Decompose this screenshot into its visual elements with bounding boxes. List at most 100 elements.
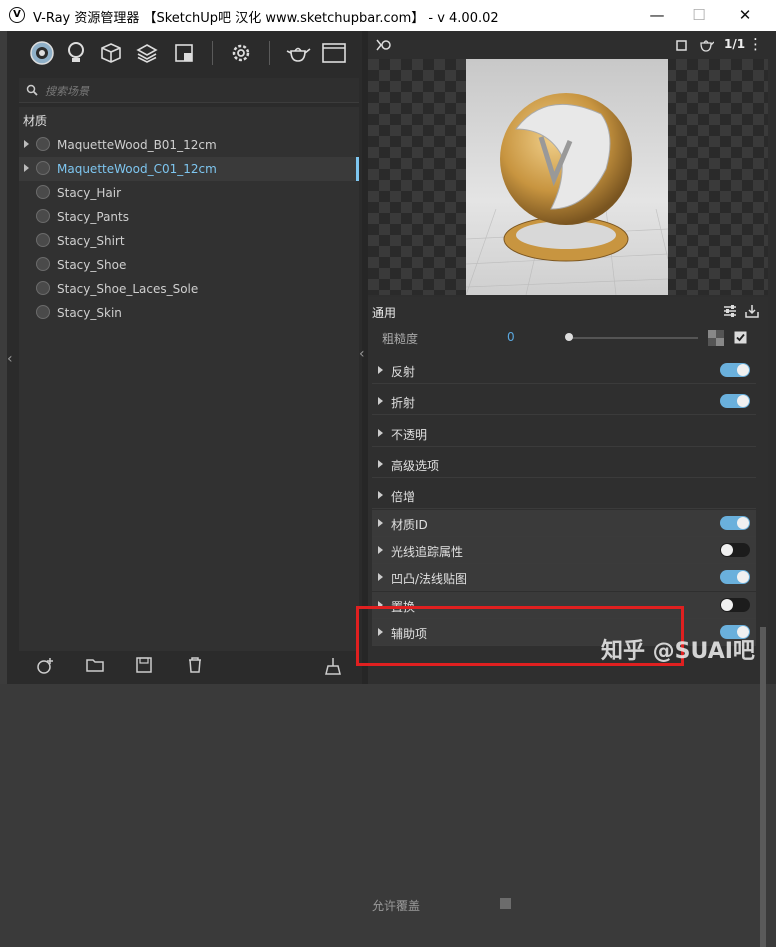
open-folder-icon[interactable] — [85, 657, 105, 677]
close-button[interactable]: ✕ — [722, 0, 768, 31]
toggle-knob — [737, 364, 749, 376]
minimize-button[interactable]: — — [634, 0, 680, 31]
expand-arrow-icon[interactable] — [378, 491, 383, 499]
property-section-header[interactable]: 高级选项 — [372, 451, 756, 478]
layers-icon[interactable] — [134, 40, 160, 66]
properties-scrollbar[interactable] — [760, 627, 766, 947]
vray-asset-editor-window: V V-Ray 资源管理器 【SketchUp吧 汉化 www.sketchup… — [0, 0, 776, 947]
roughness-value[interactable]: 0 — [507, 330, 515, 344]
expand-arrow-icon[interactable] — [378, 573, 383, 581]
roughness-checkbox[interactable] — [734, 331, 747, 344]
render-elements-icon[interactable] — [171, 40, 197, 66]
more-options-icon[interactable]: ⋮ — [748, 35, 763, 53]
collapse-left-icon[interactable]: ‹ — [7, 351, 13, 367]
allow-override-row: 允许覆盖 — [372, 885, 756, 925]
material-row[interactable]: Stacy_Shoe_Laces_Sole — [19, 277, 359, 301]
expand-arrow-icon[interactable] — [24, 164, 29, 172]
purge-icon[interactable] — [323, 657, 343, 677]
teapot-icon[interactable] — [285, 40, 311, 66]
material-name: MaquetteWood_C01_12cm — [57, 162, 217, 176]
material-swatch-icon — [36, 185, 50, 199]
roughness-label: 粗糙度 — [382, 332, 419, 346]
roughness-slider-handle[interactable] — [565, 333, 573, 341]
lock-preview-icon[interactable] — [376, 39, 392, 51]
settings-sliders-icon[interactable] — [723, 304, 737, 318]
expand-arrow-icon[interactable] — [378, 429, 383, 437]
search-input[interactable]: 搜索场景 — [45, 83, 89, 99]
general-label: 通用 — [372, 306, 397, 320]
material-list: 材质 MaquetteWood_B01_12cm MaquetteWood_C01… — [19, 107, 359, 667]
toggle-knob — [737, 571, 749, 583]
selection-indicator — [356, 157, 359, 181]
section-toggle[interactable] — [720, 543, 750, 557]
toggle-knob — [721, 544, 733, 556]
material-row[interactable]: Stacy_Skin — [19, 301, 359, 325]
expand-arrow-icon[interactable] — [24, 140, 29, 148]
section-toggle[interactable] — [720, 516, 750, 530]
delete-icon[interactable] — [185, 657, 205, 677]
expand-arrow-icon[interactable] — [378, 519, 383, 527]
search-icon — [26, 84, 38, 96]
expand-arrow-icon[interactable] — [378, 546, 383, 554]
property-section-header[interactable]: 折射 — [372, 388, 756, 415]
materials-icon[interactable] — [29, 40, 55, 66]
section-toggle[interactable] — [720, 394, 750, 408]
preview-ratio-label[interactable]: 1/1 — [724, 37, 745, 51]
section-toggle[interactable] — [720, 570, 750, 584]
section-toggle[interactable] — [720, 363, 750, 377]
material-swatch-icon — [36, 161, 50, 175]
material-row[interactable]: Stacy_Shoe — [19, 253, 359, 277]
property-section-header[interactable]: 材质ID — [372, 510, 756, 537]
texture-slot-icon[interactable] — [708, 330, 724, 346]
property-section-label: 光线追踪属性 — [391, 545, 464, 559]
material-swatch-icon — [36, 281, 50, 295]
bottom-toolbar — [7, 651, 362, 684]
material-row[interactable]: Stacy_Hair — [19, 181, 359, 205]
material-row[interactable]: Stacy_Pants — [19, 205, 359, 229]
add-material-icon[interactable] — [35, 657, 55, 677]
allow-override-checkbox[interactable] — [500, 898, 511, 909]
preview-shape-icon[interactable] — [676, 40, 687, 51]
property-section-header[interactable]: 反射 — [372, 357, 756, 384]
property-section-label: 材质ID — [391, 518, 428, 532]
property-section-header[interactable]: 不透明 — [372, 420, 756, 447]
property-section-label: 凹凸/法线贴图 — [391, 572, 468, 586]
watermark: 知乎 @SUAI吧 — [601, 639, 755, 664]
property-section-header[interactable]: 倍增 — [372, 482, 756, 509]
material-row[interactable]: Stacy_Shirt — [19, 229, 359, 253]
expand-arrow-icon[interactable] — [378, 397, 383, 405]
search-bar[interactable]: 搜索场景 — [19, 78, 359, 103]
preview-scene-teapot-icon[interactable] — [698, 38, 714, 52]
property-section-label: 高级选项 — [391, 459, 440, 473]
maximize-button[interactable]: ☐ — [676, 0, 722, 31]
material-row[interactable]: MaquetteWood_C01_12cm — [19, 157, 359, 181]
frame-buffer-icon[interactable] — [321, 40, 347, 66]
settings-icon[interactable] — [228, 40, 254, 66]
material-name: Stacy_Pants — [57, 210, 129, 224]
save-icon[interactable] — [134, 657, 154, 677]
materials-section-label: 材质 — [23, 114, 48, 128]
material-preview-area — [368, 59, 768, 295]
toolbar-divider — [269, 41, 270, 65]
property-section-header[interactable]: 凹凸/法线贴图 — [372, 564, 756, 591]
material-row[interactable]: MaquetteWood_B01_12cm — [19, 133, 359, 157]
roughness-slider-track[interactable] — [568, 337, 698, 339]
section-toggle[interactable] — [720, 598, 750, 612]
collapse-right-icon[interactable]: ‹ — [359, 346, 365, 362]
property-section-header[interactable]: 光线追踪属性 — [372, 537, 756, 564]
category-toolbar — [7, 31, 362, 77]
material-editor-pane: 1/1 ⋮ 通用 粗糙度 0 反射 折射 不透明 高级选项 倍增 材质ID 光线… — [359, 31, 776, 947]
title-bar: V V-Ray 资源管理器 【SketchUp吧 汉化 www.sketchup… — [0, 0, 776, 31]
right-edge — [768, 31, 776, 684]
expand-arrow-icon[interactable] — [378, 460, 383, 468]
export-material-icon[interactable] — [744, 303, 760, 319]
material-name: Stacy_Skin — [57, 306, 122, 320]
geometry-icon[interactable] — [98, 40, 124, 66]
toggle-knob — [737, 517, 749, 529]
lights-icon[interactable] — [63, 40, 89, 66]
material-swatch-icon — [36, 209, 50, 223]
general-section-header[interactable]: 通用 — [368, 297, 768, 325]
expand-arrow-icon[interactable] — [378, 366, 383, 374]
roughness-row: 粗糙度 0 — [368, 325, 768, 351]
material-swatch-icon — [36, 233, 50, 247]
